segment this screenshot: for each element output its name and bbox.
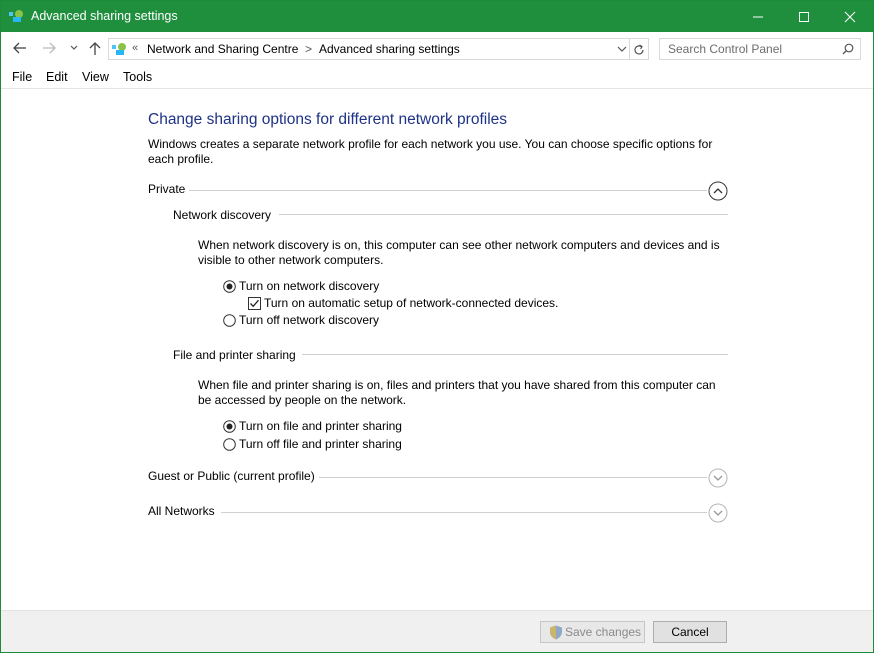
search-box[interactable]	[659, 38, 861, 60]
expand-all-networks-button[interactable]	[708, 503, 728, 523]
menu-edit[interactable]: Edit	[46, 70, 68, 84]
network-location-icon	[112, 42, 128, 56]
save-changes-button[interactable]: Save changes	[540, 621, 645, 643]
radio-label[interactable]: Turn off file and printer sharing	[239, 437, 402, 451]
divider	[319, 477, 707, 478]
page-title: Change sharing options for different net…	[148, 111, 508, 128]
file-sharing-heading: File and printer sharing	[173, 348, 296, 362]
footer-bar: Save changes Cancel	[1, 610, 873, 652]
collapse-private-button[interactable]	[708, 181, 728, 201]
minimize-icon	[753, 16, 763, 18]
network-discovery-description: When network discovery is on, this compu…	[198, 238, 720, 267]
menu-file[interactable]: File	[12, 70, 32, 84]
menu-bar: File Edit View Tools	[1, 65, 873, 89]
window-title: Advanced sharing settings	[31, 9, 178, 23]
cancel-button[interactable]: Cancel	[653, 621, 727, 643]
divider	[221, 512, 707, 513]
menu-view[interactable]: View	[82, 70, 109, 84]
divider	[189, 190, 707, 191]
close-icon	[844, 11, 856, 23]
search-icon[interactable]	[842, 43, 854, 58]
maximize-button[interactable]	[781, 1, 827, 32]
checkbox-checked-icon[interactable]	[248, 297, 261, 310]
radio-label[interactable]: Turn off network discovery	[239, 313, 379, 327]
divider	[302, 354, 728, 355]
breadcrumb-network-sharing-centre[interactable]: Network and Sharing Centre	[147, 42, 298, 56]
radio-unselected-icon[interactable]	[223, 314, 236, 327]
main-content: Change sharing options for different net…	[1, 89, 873, 610]
file-sharing-description: When file and printer sharing is on, fil…	[198, 378, 716, 407]
divider	[279, 214, 728, 215]
radio-selected-icon[interactable]	[223, 280, 236, 293]
recent-locations-chevron-icon[interactable]	[67, 40, 83, 56]
forward-arrow-icon[interactable]	[41, 40, 57, 56]
checkbox-label[interactable]: Turn on automatic setup of network-conne…	[264, 296, 558, 310]
maximize-icon	[799, 12, 809, 22]
save-changes-label: Save changes	[565, 625, 642, 639]
window: Advanced sharing settings « Network and …	[0, 0, 874, 653]
title-bar[interactable]: Advanced sharing settings	[1, 1, 873, 32]
refresh-button[interactable]	[629, 38, 649, 60]
back-arrow-icon[interactable]	[12, 40, 28, 56]
profile-private-header[interactable]: Private	[148, 182, 185, 196]
breadcrumb-advanced-sharing[interactable]: Advanced sharing settings	[319, 42, 460, 56]
network-app-icon	[9, 9, 25, 23]
radio-label[interactable]: Turn on file and printer sharing	[239, 419, 402, 433]
radio-label[interactable]: Turn on network discovery	[239, 279, 379, 293]
breadcrumb-overflow[interactable]: «	[132, 42, 138, 54]
radio-unselected-icon[interactable]	[223, 438, 236, 451]
chevron-up-circle-icon	[708, 181, 728, 201]
minimize-button[interactable]	[735, 1, 781, 32]
profile-all-networks-header[interactable]: All Networks	[148, 504, 215, 518]
navigation-bar: « Network and Sharing Centre > Advanced …	[1, 32, 873, 65]
breadcrumb-separator[interactable]: >	[305, 42, 312, 56]
uac-shield-icon	[550, 625, 562, 640]
profile-guest-public-header[interactable]: Guest or Public (current profile)	[148, 469, 315, 483]
up-arrow-icon[interactable]	[87, 40, 103, 56]
address-bar[interactable]: « Network and Sharing Centre > Advanced …	[108, 38, 630, 60]
chevron-down-circle-icon	[708, 503, 728, 523]
search-input[interactable]	[660, 39, 836, 59]
refresh-icon	[634, 44, 644, 55]
intro-text: Windows creates a separate network profi…	[148, 137, 713, 166]
radio-selected-icon[interactable]	[223, 420, 236, 433]
menu-tools[interactable]: Tools	[123, 70, 152, 84]
network-discovery-heading: Network discovery	[173, 208, 272, 222]
address-dropdown-chevron-icon[interactable]	[616, 43, 628, 58]
expand-guest-public-button[interactable]	[708, 468, 728, 488]
close-button[interactable]	[827, 1, 873, 32]
chevron-down-circle-icon	[708, 468, 728, 488]
